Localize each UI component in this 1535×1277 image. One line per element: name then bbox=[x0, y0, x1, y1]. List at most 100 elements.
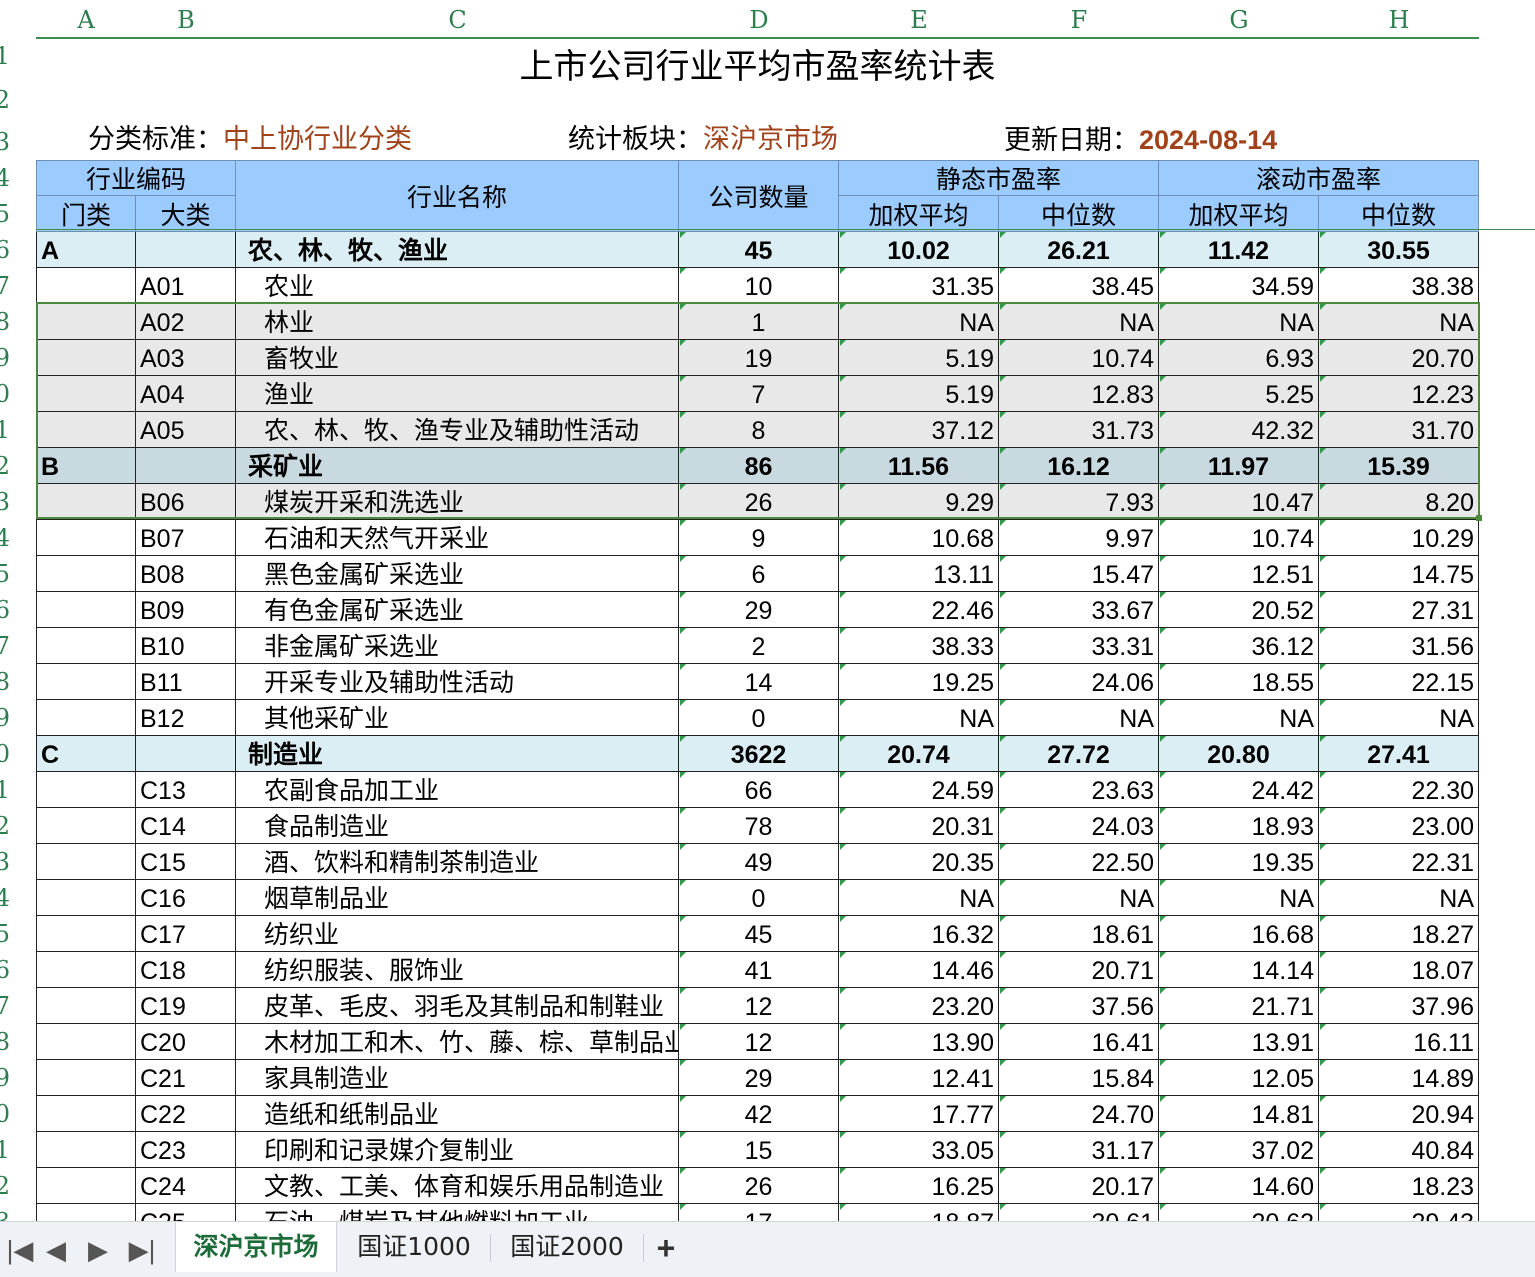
rolling-weighted-avg-cell[interactable]: NA bbox=[1159, 304, 1319, 339]
rolling-weighted-avg-cell[interactable]: 18.93 bbox=[1159, 808, 1319, 843]
column-header-d[interactable]: D bbox=[679, 0, 839, 38]
category-cell[interactable]: A bbox=[36, 232, 136, 267]
static-weighted-avg-cell[interactable]: 9.29 bbox=[839, 484, 999, 519]
rolling-median-cell[interactable]: 22.31 bbox=[1319, 844, 1479, 879]
rolling-median-cell[interactable]: 27.31 bbox=[1319, 592, 1479, 627]
major-class-cell[interactable] bbox=[136, 232, 236, 267]
rolling-median-cell[interactable]: 18.23 bbox=[1319, 1168, 1479, 1203]
row-header[interactable]: 14 bbox=[0, 520, 36, 556]
category-cell[interactable] bbox=[36, 844, 136, 879]
static-weighted-avg-cell[interactable]: NA bbox=[839, 304, 999, 339]
company-count-cell[interactable]: 49 bbox=[679, 844, 839, 879]
row-header[interactable]: 17 bbox=[0, 628, 36, 664]
static-median-cell[interactable]: 24.70 bbox=[999, 1096, 1159, 1131]
static-weighted-avg-cell[interactable]: NA bbox=[839, 700, 999, 735]
industry-name-cell[interactable]: 酒、饮料和精制茶制造业 bbox=[236, 844, 679, 879]
category-cell[interactable] bbox=[36, 520, 136, 555]
row-header[interactable]: 7 bbox=[0, 268, 36, 304]
header-major-class[interactable]: 大类 bbox=[136, 196, 236, 232]
industry-name-cell[interactable]: 林业 bbox=[236, 304, 679, 339]
static-weighted-avg-cell[interactable]: 33.05 bbox=[839, 1132, 999, 1167]
rolling-weighted-avg-cell[interactable]: 12.05 bbox=[1159, 1060, 1319, 1095]
industry-name-cell[interactable]: 造纸和纸制品业 bbox=[236, 1096, 679, 1131]
row-header[interactable]: 11 bbox=[0, 412, 36, 448]
company-count-cell[interactable]: 1 bbox=[679, 304, 839, 339]
rolling-median-cell[interactable]: 37.96 bbox=[1319, 988, 1479, 1023]
static-median-cell[interactable]: 15.47 bbox=[999, 556, 1159, 591]
major-class-cell[interactable]: B07 bbox=[136, 520, 236, 555]
update-date[interactable]: 更新日期：2024-08-14 bbox=[1004, 122, 1277, 158]
category-cell[interactable] bbox=[36, 340, 136, 375]
static-median-cell[interactable]: 22.50 bbox=[999, 844, 1159, 879]
major-class-cell[interactable]: C21 bbox=[136, 1060, 236, 1095]
industry-name-cell[interactable]: 畜牧业 bbox=[236, 340, 679, 375]
rolling-median-cell[interactable]: 22.15 bbox=[1319, 664, 1479, 699]
row-header[interactable]: 9 bbox=[0, 340, 36, 376]
major-class-cell[interactable]: C22 bbox=[136, 1096, 236, 1131]
rolling-median-cell[interactable]: 14.75 bbox=[1319, 556, 1479, 591]
column-header-b[interactable]: B bbox=[136, 0, 236, 38]
major-class-cell[interactable]: C25 bbox=[136, 1204, 236, 1221]
row-header[interactable]: 15 bbox=[0, 556, 36, 592]
static-median-cell[interactable]: 31.17 bbox=[999, 1132, 1159, 1167]
major-class-cell[interactable]: A04 bbox=[136, 376, 236, 411]
company-count-cell[interactable]: 29 bbox=[679, 1060, 839, 1095]
row-header[interactable]: 10 bbox=[0, 376, 36, 412]
industry-name-cell[interactable]: 家具制造业 bbox=[236, 1060, 679, 1095]
static-median-cell[interactable]: 16.12 bbox=[999, 448, 1159, 483]
category-cell[interactable] bbox=[36, 376, 136, 411]
major-class-cell[interactable] bbox=[136, 448, 236, 483]
category-cell[interactable] bbox=[36, 880, 136, 915]
header-category[interactable]: 门类 bbox=[36, 196, 136, 232]
rolling-median-cell[interactable]: 27.41 bbox=[1319, 736, 1479, 771]
tab-shenhujing-market[interactable]: 深沪京市场 bbox=[175, 1222, 337, 1272]
static-median-cell[interactable]: 38.45 bbox=[999, 268, 1159, 303]
rolling-median-cell[interactable]: 22.30 bbox=[1319, 772, 1479, 807]
row-header[interactable]: 21 bbox=[0, 772, 36, 808]
static-weighted-avg-cell[interactable]: 38.33 bbox=[839, 628, 999, 663]
rolling-weighted-avg-cell[interactable]: 21.71 bbox=[1159, 988, 1319, 1023]
row-header[interactable]: 19 bbox=[0, 700, 36, 736]
company-count-cell[interactable]: 12 bbox=[679, 988, 839, 1023]
row-header[interactable]: 8 bbox=[0, 304, 36, 340]
static-median-cell[interactable]: 23.63 bbox=[999, 772, 1159, 807]
static-median-cell[interactable]: NA bbox=[999, 700, 1159, 735]
column-header-e[interactable]: E bbox=[839, 0, 999, 38]
company-count-cell[interactable]: 45 bbox=[679, 916, 839, 951]
rolling-median-cell[interactable]: 16.11 bbox=[1319, 1024, 1479, 1059]
rolling-weighted-avg-cell[interactable]: 16.68 bbox=[1159, 916, 1319, 951]
category-cell[interactable] bbox=[36, 484, 136, 519]
rolling-median-cell[interactable]: NA bbox=[1319, 880, 1479, 915]
add-sheet-button[interactable]: + bbox=[648, 1228, 684, 1268]
company-count-cell[interactable]: 15 bbox=[679, 1132, 839, 1167]
category-cell[interactable] bbox=[36, 1168, 136, 1203]
category-cell[interactable] bbox=[36, 412, 136, 447]
header-static-weighted-avg[interactable]: 加权平均 bbox=[839, 196, 999, 232]
rolling-weighted-avg-cell[interactable]: NA bbox=[1159, 880, 1319, 915]
classification-standard[interactable]: 分类标准：中上协行业分类 bbox=[88, 122, 412, 158]
major-class-cell[interactable]: A01 bbox=[136, 268, 236, 303]
major-class-cell[interactable]: C24 bbox=[136, 1168, 236, 1203]
rolling-weighted-avg-cell[interactable]: 10.74 bbox=[1159, 520, 1319, 555]
category-cell[interactable] bbox=[36, 988, 136, 1023]
major-class-cell[interactable]: C16 bbox=[136, 880, 236, 915]
industry-name-cell[interactable]: 烟草制品业 bbox=[236, 880, 679, 915]
industry-name-cell[interactable]: 渔业 bbox=[236, 376, 679, 411]
static-median-cell[interactable]: 18.61 bbox=[999, 916, 1159, 951]
static-median-cell[interactable]: 7.93 bbox=[999, 484, 1159, 519]
row-header[interactable]: 4 bbox=[0, 160, 36, 196]
static-median-cell[interactable]: 12.83 bbox=[999, 376, 1159, 411]
rolling-weighted-avg-cell[interactable]: 11.97 bbox=[1159, 448, 1319, 483]
row-header[interactable]: 32 bbox=[0, 1168, 36, 1204]
row-header[interactable]: 6 bbox=[0, 232, 36, 268]
industry-name-cell[interactable]: 食品制造业 bbox=[236, 808, 679, 843]
header-rolling-median[interactable]: 中位数 bbox=[1319, 196, 1479, 232]
rolling-median-cell[interactable]: 38.38 bbox=[1319, 268, 1479, 303]
column-header-g[interactable]: G bbox=[1159, 0, 1319, 38]
row-header[interactable]: 2 bbox=[0, 82, 36, 124]
static-median-cell[interactable]: NA bbox=[999, 880, 1159, 915]
category-cell[interactable] bbox=[36, 1132, 136, 1167]
category-cell[interactable] bbox=[36, 1060, 136, 1095]
static-weighted-avg-cell[interactable]: 20.35 bbox=[839, 844, 999, 879]
header-industry-code[interactable]: 行业编码 bbox=[36, 160, 236, 196]
